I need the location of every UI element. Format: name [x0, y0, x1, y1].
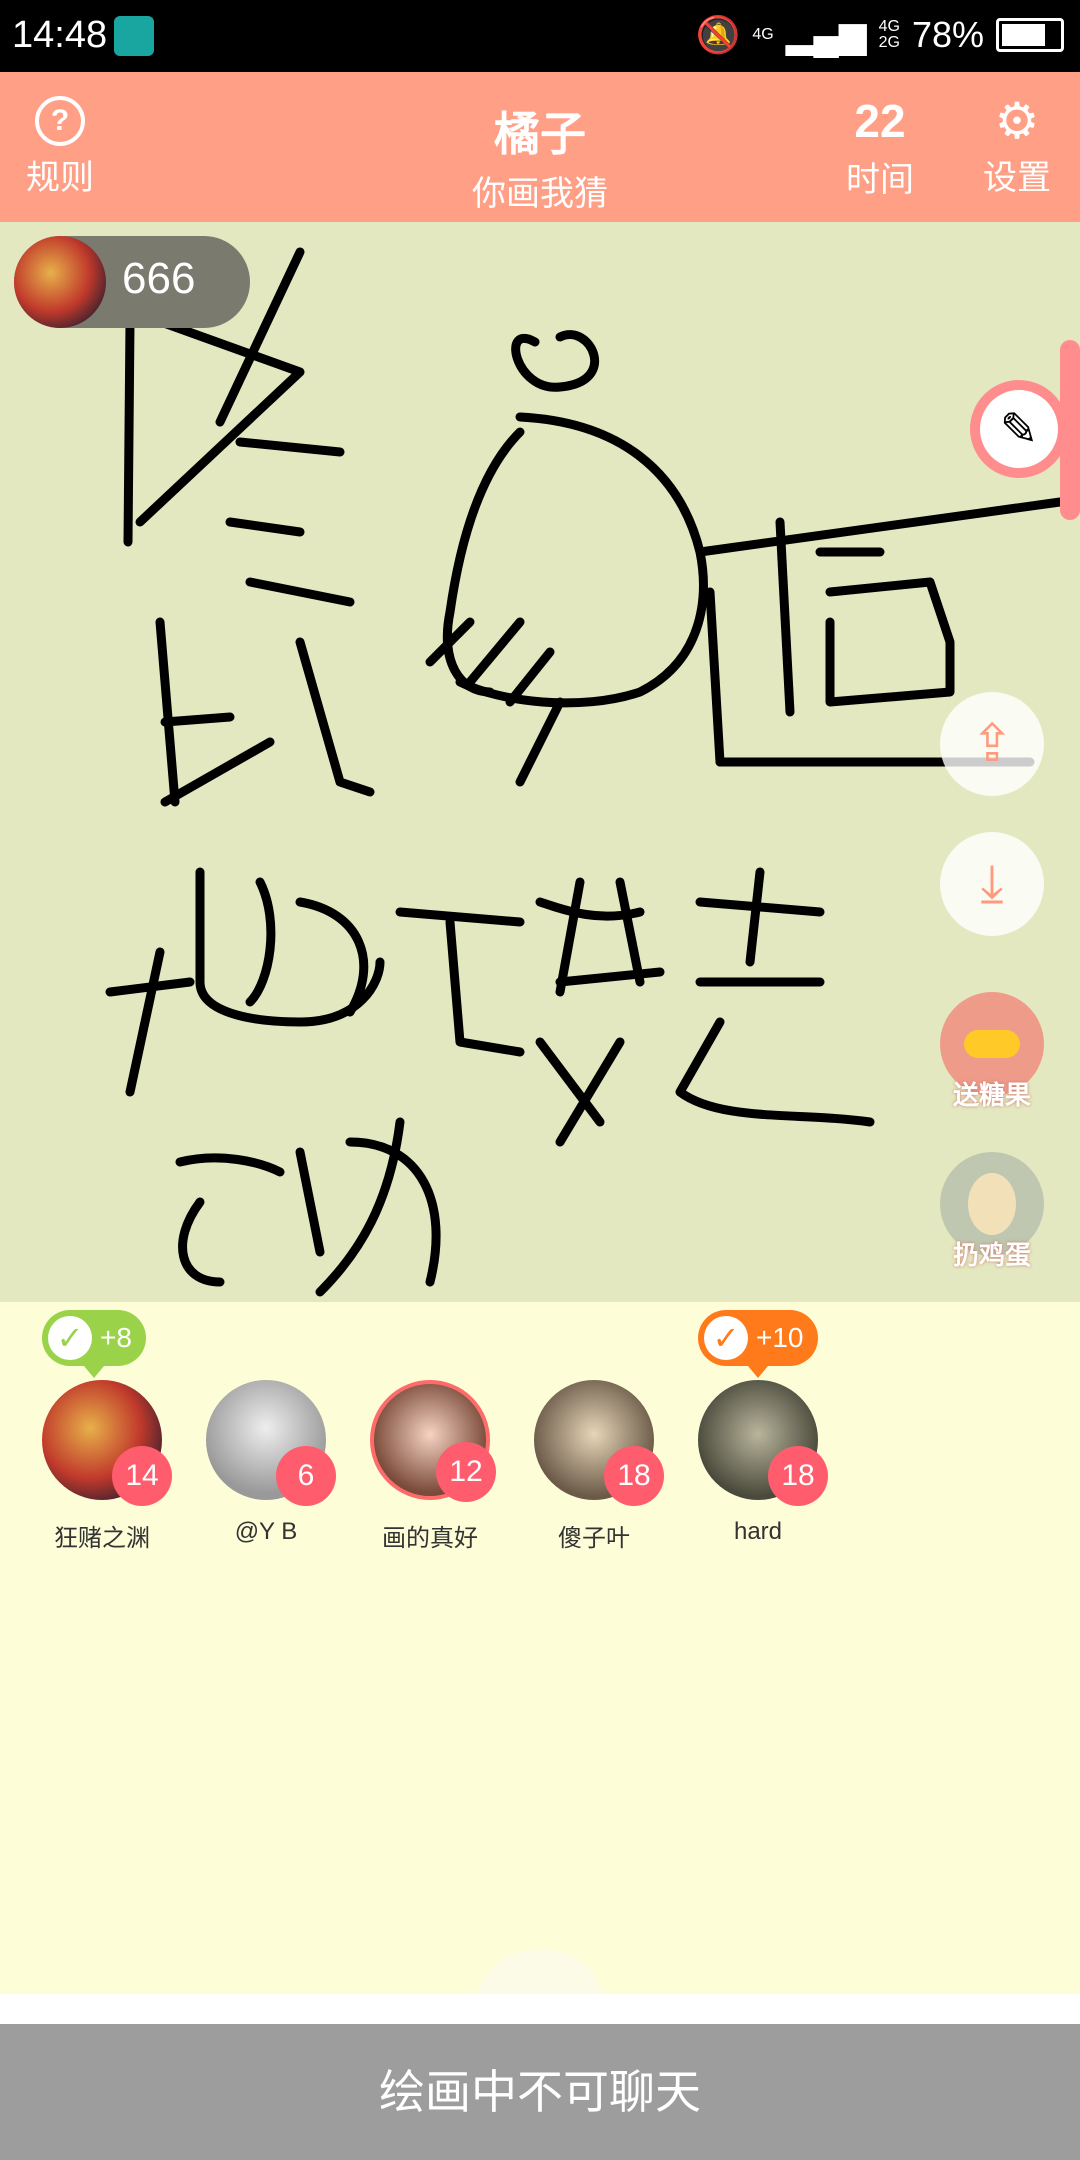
player-item[interactable]: 18 hard	[676, 1380, 840, 1546]
status-bar: 14:48 🔕 4G ▂▄▆ 4G 2G 78%	[0, 0, 1080, 72]
egg-icon	[968, 1173, 1016, 1235]
player-name: @Y B	[234, 1518, 298, 1545]
drawer-score: 666	[122, 254, 196, 303]
status-icons: 🔕 4G ▂▄▆ 4G 2G 78%	[696, 14, 1064, 56]
share-button[interactable]: ⇪	[940, 692, 1044, 796]
timer-value: 22	[854, 95, 906, 147]
send-candy-button[interactable]: 送糖果	[940, 992, 1044, 1110]
throw-egg-button[interactable]: 扔鸡蛋	[940, 1152, 1044, 1270]
player-item[interactable]: 12 画的真好	[348, 1380, 512, 1553]
drawing-strokes	[105, 247, 1065, 1297]
player-score-badge: 14	[112, 1446, 172, 1506]
rules-button[interactable]: ? 规则	[20, 96, 100, 199]
chat-disabled-bar: 绘画中不可聊天	[0, 2024, 1080, 2160]
player-name: hard	[733, 1518, 783, 1545]
share-icon: ⇪	[970, 715, 1014, 773]
timer: 22 时间	[830, 94, 930, 201]
pencil-tool-button[interactable]: ✎	[970, 340, 1080, 520]
rules-label: 规则	[26, 159, 94, 197]
drawer-avatar	[14, 236, 106, 328]
player-item[interactable]: 14 狂赌之渊	[20, 1380, 184, 1553]
send-candy-label: 送糖果	[952, 1080, 1031, 1110]
player-list: ✓ +8 ✓ +10 14 狂赌之渊 6 @Y B 12 画的真好 18 傻子叶…	[0, 1302, 1080, 1602]
clock: 14:48	[12, 14, 108, 56]
guess-points: +10	[756, 1322, 804, 1353]
check-icon: ✓	[704, 1316, 748, 1360]
game-header: ? 规则 橘子 你画我猜 22 时间 ⚙ 设置	[0, 72, 1080, 222]
download-icon: ⤓	[980, 854, 1004, 913]
divider	[0, 1994, 1080, 2024]
download-button[interactable]: ⤓	[940, 832, 1044, 936]
player-score-badge: 18	[768, 1446, 828, 1506]
player-score-badge: 18	[604, 1446, 664, 1506]
settings-label: 设置	[983, 159, 1051, 197]
gear-icon: ⚙	[994, 93, 1040, 149]
avatar: 18	[534, 1380, 664, 1506]
signal-icon: ▂▄▆	[785, 14, 867, 55]
player-item[interactable]: 18 傻子叶	[512, 1380, 676, 1553]
question-icon: ?	[35, 96, 85, 146]
word-title: 橘子	[494, 108, 586, 160]
settings-button[interactable]: ⚙ 设置	[972, 96, 1062, 199]
game-name: 你画我猜	[472, 175, 608, 213]
player-name: 狂赌之渊	[54, 1525, 150, 1552]
check-icon: ✓	[48, 1316, 92, 1360]
player-name: 画的真好	[382, 1525, 478, 1552]
player-score-badge: 6	[276, 1446, 336, 1506]
throw-egg-label: 扔鸡蛋	[952, 1240, 1031, 1270]
drawer-score-chip: 666	[14, 236, 250, 328]
correct-guess-bubble: ✓ +8	[42, 1310, 146, 1378]
network-1: 4G	[752, 26, 774, 43]
screenshot-icon	[114, 16, 154, 56]
avatar: 18	[698, 1380, 828, 1506]
avatar: 12	[370, 1380, 496, 1502]
player-score-badge: 12	[436, 1442, 496, 1502]
room-title: 橘子 你画我猜	[340, 98, 740, 215]
avatar: 6	[206, 1380, 336, 1506]
correct-guess-bubble: ✓ +10	[698, 1310, 818, 1378]
guess-points: +8	[100, 1322, 132, 1353]
player-item[interactable]: 6 @Y B	[184, 1380, 348, 1546]
battery-icon	[996, 18, 1064, 52]
tool-drawer-handle[interactable]	[1060, 340, 1080, 520]
drawing-canvas[interactable]: 666 ✎ ⇪ ⤓ 送糖果 扔鸡蛋	[0, 222, 1080, 1302]
network-2: 4G 2G	[878, 18, 900, 51]
battery-percent: 78%	[911, 14, 984, 55]
candy-icon	[964, 1030, 1020, 1058]
mute-bell-icon: 🔕	[695, 14, 741, 55]
pencil-icon: ✎	[980, 390, 1058, 468]
avatar: 14	[42, 1380, 172, 1506]
timer-label: 时间	[846, 161, 914, 199]
player-name: 傻子叶	[558, 1525, 630, 1552]
